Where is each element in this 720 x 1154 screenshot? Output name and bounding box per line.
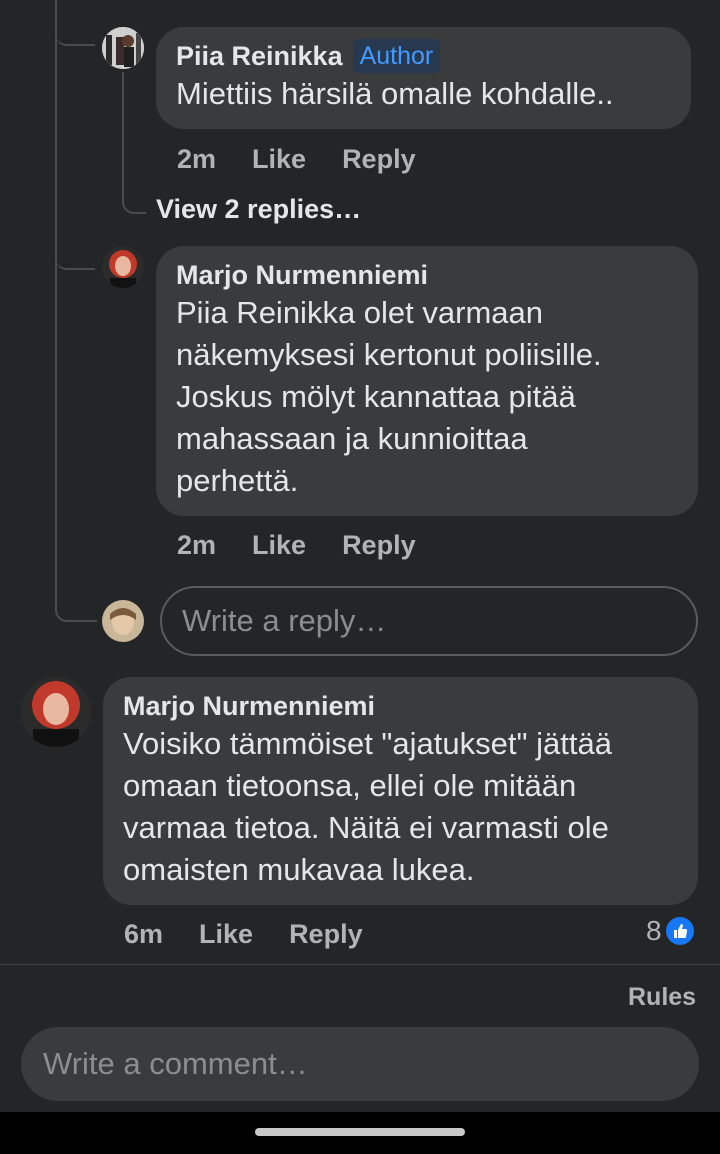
comment-text-line: Piia Reinikka olet varmaan xyxy=(176,295,544,330)
comment-text-line: varmaa tietoa. Näitä ei varmasti ole xyxy=(123,810,609,845)
reaction-summary[interactable]: 8 xyxy=(646,915,694,947)
thread-elbow-replies xyxy=(122,72,146,214)
comment-text-line: omaan tietoonsa, ellei ole mitään xyxy=(123,768,577,803)
like-button[interactable]: Like xyxy=(199,919,253,950)
divider xyxy=(0,964,720,965)
reply-button[interactable]: Reply xyxy=(342,144,416,175)
reply-input[interactable]: Write a reply… xyxy=(160,586,698,656)
reply-button[interactable]: Reply xyxy=(342,530,416,561)
current-user-avatar xyxy=(102,600,144,642)
comment-text-line: mahassaan ja kunnioittaa xyxy=(176,421,528,456)
rules-link[interactable]: Rules xyxy=(628,983,696,1012)
comment-bubble[interactable]: Marjo Nurmenniemi Piia Reinikka olet var… xyxy=(156,246,698,516)
system-nav-bar xyxy=(0,1112,720,1154)
comment-bubble[interactable]: Piia Reinikka Author Miettiis härsilä oma… xyxy=(156,27,691,129)
comment-text-line: omaisten mukavaa lukea. xyxy=(123,852,475,887)
comment-actions: 2m Like Reply xyxy=(177,530,416,561)
comment-time[interactable]: 6m xyxy=(124,919,163,950)
comment-text-line: näkemyksesi kertonut poliisille. xyxy=(176,337,602,372)
comment-actions: 6m Like Reply xyxy=(124,919,363,950)
thread-line-outer xyxy=(55,0,57,600)
comment-actions: 2m Like Reply xyxy=(177,144,416,175)
like-button[interactable]: Like xyxy=(252,530,306,561)
avatar[interactable] xyxy=(21,677,91,747)
comment-author[interactable]: Piia Reinikka Author xyxy=(176,39,671,73)
comment-bubble[interactable]: Marjo Nurmenniemi Voisiko tämmöiset "aja… xyxy=(103,677,698,905)
comment-text-line: Voisiko tämmöiset "ajatukset" jättää xyxy=(123,726,612,761)
reply-button[interactable]: Reply xyxy=(289,919,363,950)
comment-text: Voisiko tämmöiset "ajatukset" jättää oma… xyxy=(123,723,678,891)
like-thumb-icon xyxy=(665,917,694,945)
thread-elbow-3 xyxy=(55,596,97,622)
comment-time[interactable]: 2m xyxy=(177,144,216,175)
avatar[interactable] xyxy=(102,246,144,288)
comment-author[interactable]: Marjo Nurmenniemi xyxy=(176,258,678,292)
comment-text: Piia Reinikka olet varmaan näkemyksesi k… xyxy=(176,292,678,502)
thread-elbow-2 xyxy=(55,244,95,270)
reaction-count: 8 xyxy=(646,915,662,946)
like-button[interactable]: Like xyxy=(252,144,306,175)
author-name[interactable]: Piia Reinikka xyxy=(176,41,343,71)
comment-author[interactable]: Marjo Nurmenniemi xyxy=(123,689,678,723)
author-badge: Author xyxy=(352,39,441,73)
home-gesture-handle[interactable] xyxy=(255,1128,465,1136)
thread-elbow-1 xyxy=(55,20,95,46)
view-replies-link[interactable]: View 2 replies… xyxy=(156,194,361,225)
comment-text-line: perhettä. xyxy=(176,463,299,498)
comment-text: Miettiis härsilä omalle kohdalle.. xyxy=(176,76,614,111)
comment-input[interactable]: Write a comment… xyxy=(21,1027,699,1101)
avatar[interactable] xyxy=(102,27,144,69)
comment-time[interactable]: 2m xyxy=(177,530,216,561)
comment-text-line: Joskus mölyt kannattaa pitää xyxy=(176,379,576,414)
